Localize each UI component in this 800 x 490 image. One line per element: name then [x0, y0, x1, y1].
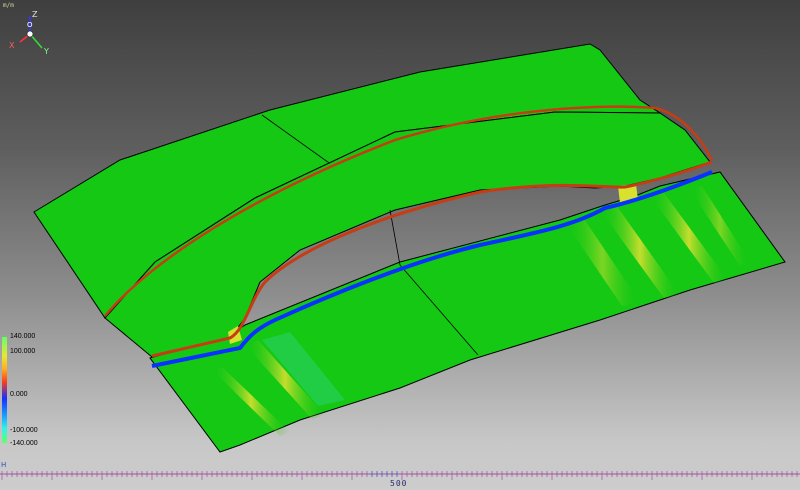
legend-zero-label: 0.000 — [10, 391, 28, 398]
ruler-scale-label: 500 — [390, 479, 408, 488]
3d-viewport[interactable]: m/m Z X Y O 140.000 100.000 0.000 -100.0… — [0, 0, 800, 490]
legend-100-label: 100.000 — [10, 348, 36, 355]
color-legend: 140.000 100.000 0.000 -100.000 -140.000 — [0, 332, 70, 450]
flange-seam — [389, 209, 401, 266]
color-scale-bar — [2, 337, 7, 443]
fea-model-surface[interactable] — [0, 0, 800, 490]
legend-min-label: -140.000 — [10, 440, 38, 447]
legend-minus100-label: -100.000 — [10, 427, 38, 434]
legend-max-label: 140.000 — [10, 333, 36, 340]
